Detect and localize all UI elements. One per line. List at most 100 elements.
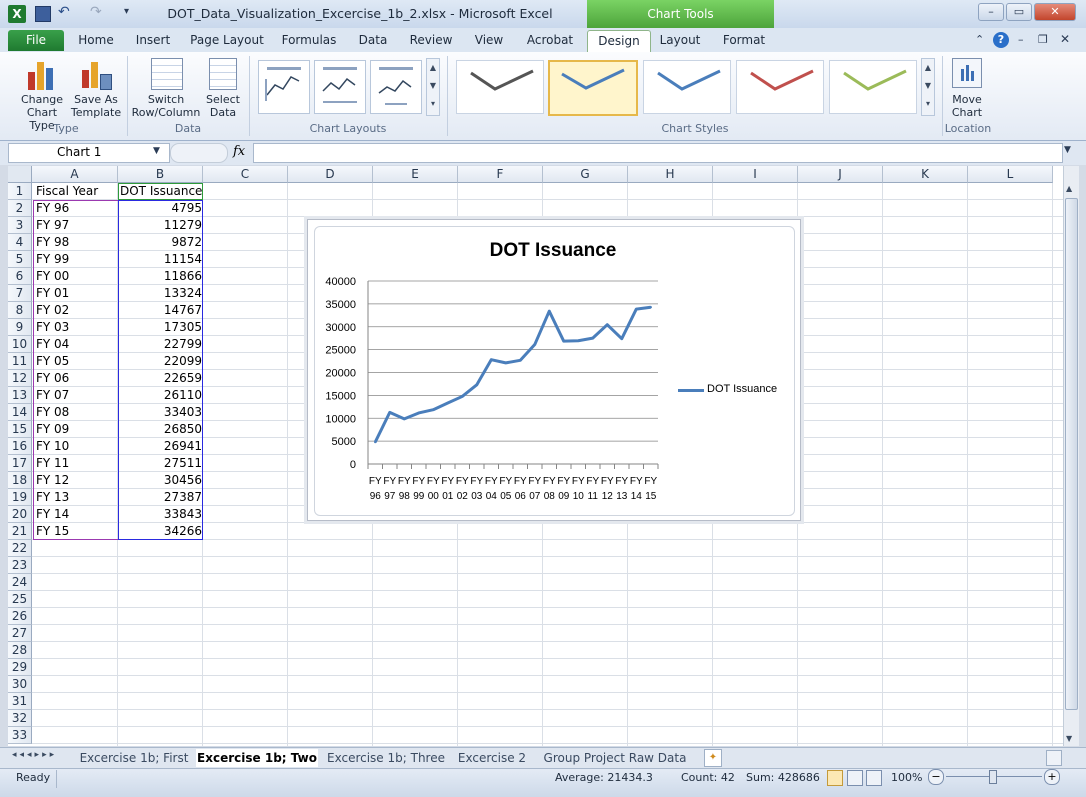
insert-function-button[interactable]: fx <box>233 144 245 159</box>
column-header[interactable]: I <box>713 166 798 183</box>
row-header[interactable]: 7 <box>8 285 32 302</box>
column-header[interactable]: C <box>203 166 288 183</box>
column-header[interactable]: L <box>968 166 1053 183</box>
close-button[interactable]: ✕ <box>1034 3 1076 21</box>
switch-row-column-button[interactable]: Switch Row/Column <box>131 56 201 122</box>
tab-layout[interactable]: Layout <box>654 30 706 51</box>
move-chart-button[interactable]: Move Chart <box>946 56 988 122</box>
row-header[interactable]: 16 <box>8 438 32 455</box>
row-header[interactable]: 1 <box>8 183 32 200</box>
tab-view[interactable]: View <box>468 30 510 51</box>
save-as-template-button[interactable]: Save As Template <box>70 56 122 122</box>
chart-plot-area[interactable]: 0500010000150002000025000300003500040000… <box>314 226 792 512</box>
chart-layout-2[interactable] <box>314 60 366 114</box>
layouts-scroll-arrows[interactable]: ▲ ▼ ▾ <box>426 58 440 116</box>
expand-formula-bar-icon[interactable]: ▼ <box>1064 145 1071 155</box>
workbook-minimize-icon[interactable]: – <box>1018 33 1024 46</box>
row-header[interactable]: 27 <box>8 625 32 642</box>
legend-series-label[interactable]: DOT Issuance <box>707 383 777 395</box>
row-header[interactable]: 29 <box>8 659 32 676</box>
page-layout-view-icon[interactable] <box>847 770 863 786</box>
workbook-restore-icon[interactable]: ❐ <box>1038 33 1048 46</box>
quick-access-customize-icon[interactable]: ▾ <box>124 6 129 17</box>
chart-style-4[interactable] <box>736 60 824 114</box>
tab-design[interactable]: Design <box>587 30 651 52</box>
zoom-slider-thumb[interactable] <box>989 770 997 784</box>
tab-format[interactable]: Format <box>716 30 772 51</box>
sheet-tab[interactable]: Group Project Raw Data <box>538 749 692 767</box>
minimize-ribbon-icon[interactable]: ⌃ <box>975 33 984 46</box>
formula-input[interactable] <box>253 143 1063 163</box>
column-header[interactable]: K <box>883 166 968 183</box>
zoom-in-icon[interactable]: + <box>1044 769 1060 785</box>
help-icon[interactable]: ? <box>993 32 1009 48</box>
select-data-button[interactable]: Select Data <box>203 56 243 122</box>
hscroll-split-handle[interactable] <box>1046 750 1062 766</box>
tab-acrobat[interactable]: Acrobat <box>520 30 580 51</box>
name-box-dropdown-icon[interactable]: ▼ <box>153 146 160 156</box>
row-header[interactable]: 12 <box>8 370 32 387</box>
row-header[interactable]: 11 <box>8 353 32 370</box>
page-break-preview-icon[interactable] <box>866 770 882 786</box>
chart-style-2[interactable] <box>548 60 638 116</box>
cell[interactable]: Fiscal Year <box>36 183 116 200</box>
vertical-scrollbar-thumb[interactable] <box>1065 198 1078 710</box>
row-header[interactable]: 20 <box>8 506 32 523</box>
tab-formulas[interactable]: Formulas <box>278 30 340 51</box>
row-header[interactable]: 8 <box>8 302 32 319</box>
row-header[interactable]: 21 <box>8 523 32 540</box>
select-all-corner[interactable] <box>8 166 32 183</box>
minimize-button[interactable]: – <box>978 3 1004 21</box>
column-header[interactable]: F <box>458 166 543 183</box>
maximize-button[interactable]: ▭ <box>1006 3 1032 21</box>
column-header[interactable]: A <box>32 166 118 183</box>
chart-style-3[interactable] <box>643 60 731 114</box>
insert-worksheet-icon[interactable]: ✦ <box>704 749 722 767</box>
column-header[interactable]: J <box>798 166 883 183</box>
row-header[interactable]: 17 <box>8 455 32 472</box>
zoom-level[interactable]: 100% <box>891 771 922 785</box>
tab-home[interactable]: Home <box>72 30 120 51</box>
row-header[interactable]: 28 <box>8 642 32 659</box>
row-header[interactable]: 19 <box>8 489 32 506</box>
chart-layout-1[interactable] <box>258 60 310 114</box>
column-header[interactable]: H <box>628 166 713 183</box>
row-header[interactable]: 24 <box>8 574 32 591</box>
formula-bar-handle[interactable] <box>170 143 228 163</box>
row-header[interactable]: 4 <box>8 234 32 251</box>
row-header[interactable]: 15 <box>8 421 32 438</box>
column-header[interactable]: D <box>288 166 373 183</box>
chart-style-1[interactable] <box>456 60 544 114</box>
row-header[interactable]: 10 <box>8 336 32 353</box>
column-header[interactable]: B <box>118 166 203 183</box>
column-header[interactable]: E <box>373 166 458 183</box>
row-header[interactable]: 23 <box>8 557 32 574</box>
tab-file[interactable]: File <box>8 30 64 51</box>
excel-app-icon[interactable]: X <box>8 5 26 23</box>
row-header[interactable]: 31 <box>8 693 32 710</box>
row-header[interactable]: 30 <box>8 676 32 693</box>
chart-layout-3[interactable] <box>370 60 422 114</box>
row-header[interactable]: 22 <box>8 540 32 557</box>
row-header[interactable]: 32 <box>8 710 32 727</box>
row-header[interactable]: 26 <box>8 608 32 625</box>
styles-scroll-arrows[interactable]: ▲ ▼ ▾ <box>921 58 935 116</box>
tab-data[interactable]: Data <box>352 30 394 51</box>
redo-icon[interactable]: ↷ <box>90 4 102 20</box>
scroll-up-icon[interactable]: ▲ <box>1066 184 1072 193</box>
workbook-close-icon[interactable]: ✕ <box>1060 32 1070 46</box>
row-header[interactable]: 6 <box>8 268 32 285</box>
cell[interactable]: DOT Issuance <box>120 183 202 200</box>
row-header[interactable]: 9 <box>8 319 32 336</box>
normal-view-icon[interactable] <box>827 770 843 786</box>
row-header[interactable]: 14 <box>8 404 32 421</box>
row-header[interactable]: 13 <box>8 387 32 404</box>
sheet-tab-active[interactable]: Excercise 1b; Two <box>196 749 318 767</box>
change-chart-type-button[interactable]: Change Chart Type <box>14 56 70 132</box>
tab-page-layout[interactable]: Page Layout <box>188 30 266 51</box>
undo-icon[interactable]: ↶ <box>58 4 70 20</box>
series-line[interactable] <box>373 305 651 443</box>
row-header[interactable]: 3 <box>8 217 32 234</box>
row-header[interactable]: 18 <box>8 472 32 489</box>
row-header[interactable]: 33 <box>8 727 32 744</box>
